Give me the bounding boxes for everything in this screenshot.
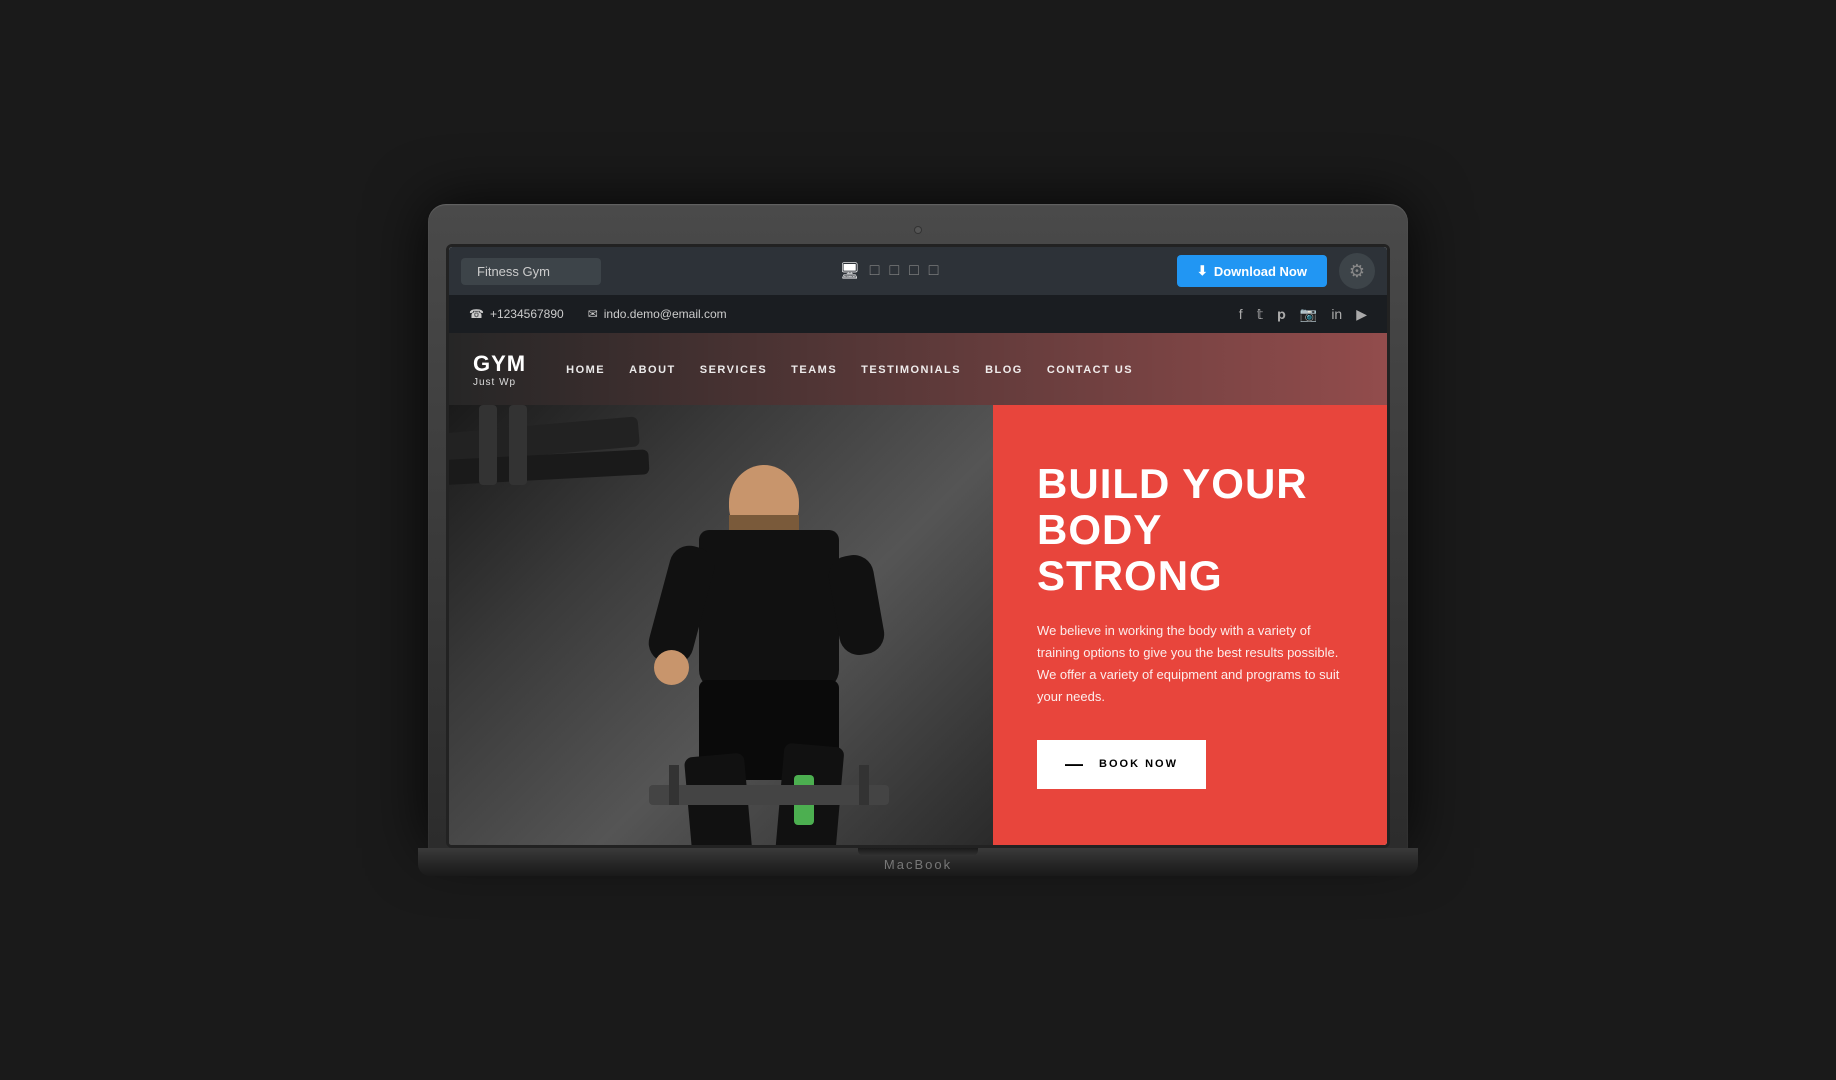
social-icons: f 𝕥 𝐩 📷 in ▶ — [1239, 306, 1367, 323]
site-nav: HOME ABOUT SERVICES TEAMS TESTIMONIALS B… — [566, 360, 1133, 378]
equipment-handle-1 — [479, 405, 497, 485]
nav-item-blog[interactable]: BLOG — [985, 360, 1023, 378]
laptop-brand-label: MacBook — [884, 857, 952, 872]
camera — [915, 227, 921, 233]
figure-hand-left — [654, 650, 689, 685]
nav-list: HOME ABOUT SERVICES TEAMS TESTIMONIALS B… — [566, 360, 1133, 378]
contact-info: ☎ +1234567890 ✉ indo.demo@email.com — [469, 307, 1239, 321]
device-icons: 🖥 □ □ □ □ — [613, 261, 1165, 281]
phone-icon: ☎ — [469, 307, 484, 321]
download-label: Download Now — [1214, 264, 1307, 279]
nav-item-home[interactable]: HOME — [566, 360, 605, 378]
screen-content: Fitness Gym 🖥 □ □ □ □ ⬇ Download Now ⚙ — [449, 247, 1387, 845]
site-header: GYM Just Wp HOME ABOUT SERVICES TEAMS TE… — [449, 333, 1387, 405]
book-now-label: BOOK NOW — [1099, 758, 1178, 770]
site-logo: GYM Just Wp — [473, 351, 526, 388]
equipment-handle-2 — [509, 405, 527, 485]
hero-section: BUILD YOUR BODY STRONG We believe in wor… — [449, 405, 1387, 845]
nav-item-contact[interactable]: CONTACT US — [1047, 360, 1133, 378]
bench-leg-2 — [859, 765, 869, 805]
mobile-icon[interactable]: □ — [929, 262, 939, 280]
tablet-icon[interactable]: □ — [889, 262, 899, 280]
phone-item: ☎ +1234567890 — [469, 307, 564, 321]
nav-link-about[interactable]: ABOUT — [629, 364, 676, 376]
nav-link-home[interactable]: HOME — [566, 364, 605, 376]
email-icon: ✉ — [588, 307, 598, 321]
twitter-icon[interactable]: 𝕥 — [1257, 306, 1264, 323]
email-address: indo.demo@email.com — [604, 307, 727, 321]
laptop-icon[interactable]: □ — [870, 262, 880, 280]
nav-item-about[interactable]: ABOUT — [629, 360, 676, 378]
hero-bg — [449, 405, 993, 845]
book-now-button[interactable]: — BOOK NOW — [1037, 740, 1206, 789]
arrow-icon: — — [1065, 754, 1085, 775]
scene: Fitness Gym 🖥 □ □ □ □ ⬇ Download Now ⚙ — [418, 204, 1418, 876]
logo-sub: Just Wp — [473, 377, 526, 388]
nav-link-teams[interactable]: TEAMS — [791, 364, 837, 376]
laptop-hinge — [858, 848, 978, 856]
linkedin-icon[interactable]: in — [1331, 306, 1342, 322]
athlete-figure — [649, 465, 889, 845]
toolbar-title: Fitness Gym — [461, 258, 601, 285]
pinterest-icon[interactable]: 𝐩 — [1277, 306, 1286, 323]
bench-leg-1 — [669, 765, 679, 805]
headline-line1: BUILD YOUR BODY — [1037, 460, 1308, 553]
hero-description: We believe in working the body with a va… — [1037, 620, 1343, 708]
nav-link-contact[interactable]: CONTACT US — [1047, 364, 1133, 376]
hero-image — [449, 405, 993, 845]
figure-torso — [699, 530, 839, 690]
toolbar: Fitness Gym 🖥 □ □ □ □ ⬇ Download Now ⚙ — [449, 247, 1387, 295]
laptop-base: MacBook — [418, 848, 1418, 876]
tablet-small-icon[interactable]: □ — [909, 262, 919, 280]
email-item: ✉ indo.demo@email.com — [588, 307, 727, 321]
phone-number: +1234567890 — [490, 307, 564, 321]
facebook-icon[interactable]: f — [1239, 306, 1243, 322]
nav-link-blog[interactable]: BLOG — [985, 364, 1023, 376]
laptop-outer: Fitness Gym 🖥 □ □ □ □ ⬇ Download Now ⚙ — [428, 204, 1408, 848]
youtube-icon[interactable]: ▶ — [1356, 306, 1367, 323]
download-button[interactable]: ⬇ Download Now — [1177, 255, 1327, 287]
screen-bezel: Fitness Gym 🖥 □ □ □ □ ⬇ Download Now ⚙ — [446, 244, 1390, 848]
gear-button[interactable]: ⚙ — [1339, 253, 1375, 289]
hero-content: BUILD YOUR BODY STRONG We believe in wor… — [993, 405, 1387, 845]
nav-item-services[interactable]: SERVICES — [700, 360, 767, 378]
contact-bar: ☎ +1234567890 ✉ indo.demo@email.com f 𝕥 … — [449, 295, 1387, 333]
instagram-icon[interactable]: 📷 — [1300, 306, 1317, 323]
download-icon: ⬇ — [1197, 263, 1208, 279]
nav-item-teams[interactable]: TEAMS — [791, 360, 837, 378]
nav-link-testimonials[interactable]: TESTIMONIALS — [861, 364, 961, 376]
camera-bar — [446, 222, 1390, 238]
hero-headline: BUILD YOUR BODY STRONG — [1037, 461, 1343, 600]
bench — [649, 785, 889, 805]
logo-main: GYM — [473, 351, 526, 377]
gear-icon: ⚙ — [1349, 261, 1365, 282]
headline-line2: STRONG — [1037, 552, 1223, 599]
desktop-icon[interactable]: 🖥 — [839, 261, 859, 281]
nav-item-testimonials[interactable]: TESTIMONIALS — [861, 360, 961, 378]
nav-link-services[interactable]: SERVICES — [700, 364, 767, 376]
